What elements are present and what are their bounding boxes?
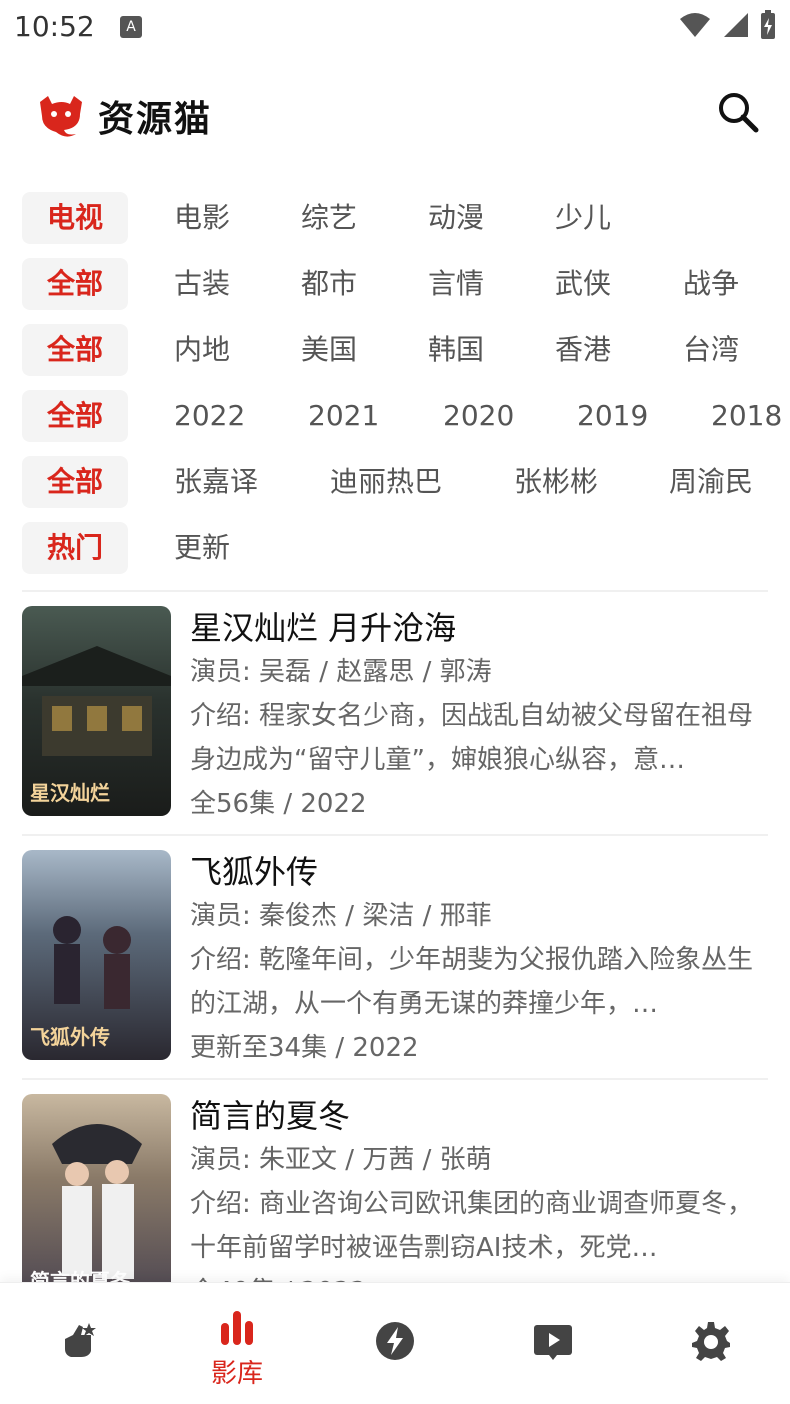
filter-row-genre: 全部 古装 都市 言情 武侠 战争 [0, 252, 790, 318]
filter-option[interactable]: 战争 [683, 258, 739, 310]
filter-option[interactable]: 张彬彬 [514, 456, 598, 508]
status-bar: 10:52 A [0, 0, 790, 56]
filter-option[interactable]: 张嘉译 [174, 456, 258, 508]
filter-option[interactable]: 都市 [301, 258, 357, 310]
bar-chart-icon [221, 1311, 253, 1345]
item-meta: 更新至34集 / 2022 [190, 1033, 419, 1063]
poster-title-text: 飞狐外传 [30, 1025, 110, 1049]
divider [22, 1078, 768, 1080]
divider [22, 590, 768, 592]
filter-option[interactable]: 2020 [443, 390, 514, 442]
filter-row-type: 电视 电影 综艺 动漫 少儿 [0, 186, 790, 252]
filter-option[interactable]: 2022 [174, 390, 245, 442]
filter-chip-active[interactable]: 全部 [22, 390, 128, 442]
filter-chip-active[interactable]: 电视 [22, 192, 128, 244]
list-item[interactable]: 飞狐外传 飞狐外传 演员: 秦俊杰 / 梁洁 / 邢菲 介绍: 乾隆年间，少年胡… [22, 850, 768, 1063]
filter-option[interactable]: 美国 [301, 324, 357, 376]
search-button[interactable] [716, 90, 760, 134]
wifi-icon [680, 13, 710, 37]
notification-badge: A [120, 16, 142, 38]
item-info: 飞狐外传 演员: 秦俊杰 / 梁洁 / 邢菲 介绍: 乾隆年间，少年胡斐为父报仇… [190, 850, 770, 1070]
filter-option[interactable]: 电影 [174, 192, 230, 244]
item-actors: 演员: 吴磊 / 赵露思 / 郭涛 [190, 657, 492, 687]
item-intro: 介绍: 程家女名少商，因战乱自幼被父母留在祖母身边成为“留守儿童”，婶娘狼心纵容… [190, 701, 754, 775]
item-meta: 全40集 / 2022 [190, 1270, 768, 1282]
list-item[interactable]: 星汉灿烂 星汉灿烂 月升沧海 演员: 吴磊 / 赵露思 / 郭涛 介绍: 程家女… [22, 606, 768, 819]
filter-option[interactable]: 动漫 [428, 192, 484, 244]
filter-option[interactable]: 综艺 [301, 192, 357, 244]
cat-logo-icon [40, 96, 82, 137]
poster-title-text: 简言的夏冬 [30, 1269, 130, 1282]
filter-option[interactable]: 韩国 [428, 324, 484, 376]
poster-image: 飞狐外传 [22, 850, 171, 1060]
filter-chip-active[interactable]: 全部 [22, 258, 128, 310]
signal-icon [724, 13, 748, 37]
status-time: 10:52 [14, 10, 95, 43]
poster-image: 星汉灿烂 [22, 606, 171, 816]
item-meta: 全56集 / 2022 [190, 789, 367, 819]
filter-option[interactable]: 迪丽热巴 [330, 456, 442, 508]
app-header: 资源猫 [0, 72, 790, 156]
divider [22, 834, 768, 836]
filter-panel: 电视 电影 综艺 动漫 少儿 全部 古装 都市 言情 武侠 战争 全部 内地 美… [0, 186, 790, 582]
filter-option[interactable]: 少儿 [555, 192, 611, 244]
bottom-nav: 影库 [0, 1282, 790, 1404]
filter-row-year: 全部 2022 2021 2020 2019 2018 [0, 384, 790, 450]
filter-option[interactable]: 台湾 [683, 324, 739, 376]
app-title: 资源猫 [98, 99, 213, 140]
filter-option[interactable]: 言情 [428, 258, 484, 310]
item-title: 简言的夏冬 [190, 1097, 351, 1135]
gear-icon [692, 1322, 730, 1361]
status-icons [678, 10, 776, 40]
nav-label-library: 影库 [210, 1359, 263, 1389]
filter-option[interactable]: 古装 [174, 258, 230, 310]
filter-chip-active[interactable]: 全部 [22, 324, 128, 376]
filter-row-actor: 全部 张嘉译 迪丽热巴 张彬彬 周渝民 [0, 450, 790, 516]
nav-item-hot[interactable] [316, 1283, 474, 1404]
nav-item-library[interactable]: 影库 [158, 1283, 316, 1404]
nav-item-recommend[interactable] [0, 1283, 158, 1404]
filter-option[interactable]: 2018 [711, 390, 782, 442]
item-info: 星汉灿烂 月升沧海 演员: 吴磊 / 赵露思 / 郭涛 介绍: 程家女名少商，因… [190, 606, 770, 826]
filter-row-region: 全部 内地 美国 韩国 香港 台湾 [0, 318, 790, 384]
filter-row-sort: 热门 更新 [0, 516, 790, 582]
item-intro: 介绍: 乾隆年间，少年胡斐为父报仇踏入险象丛生的江湖，从一个有勇无谋的莽撞少年，… [190, 945, 754, 1019]
item-intro: 介绍: 商业咨询公司欧讯集团的商业调查师夏冬，十年前留学时被诬告剽窃AI技术，死… [190, 1189, 754, 1263]
app-logo: 资源猫 [36, 90, 212, 142]
filter-option[interactable]: 2019 [577, 390, 648, 442]
filter-option[interactable]: 周渝民 [669, 456, 753, 508]
filter-option[interactable]: 内地 [174, 324, 230, 376]
filter-chip-active[interactable]: 全部 [22, 456, 128, 508]
poster-image: 简言的夏冬 [22, 1094, 171, 1282]
item-actors: 演员: 朱亚文 / 万茜 / 张萌 [190, 1145, 492, 1175]
poster-title-text: 星汉灿烂 [30, 781, 110, 805]
list-item[interactable]: 简言的夏冬 简言的夏冬 演员: 朱亚文 / 万茜 / 张萌 介绍: 商业咨询公司… [22, 1094, 768, 1282]
lightning-icon [376, 1322, 414, 1360]
nav-item-settings[interactable] [632, 1283, 790, 1404]
filter-option[interactable]: 香港 [555, 324, 611, 376]
filter-option[interactable]: 2021 [308, 390, 379, 442]
filter-option[interactable]: 更新 [174, 522, 230, 574]
poster-art [52, 1124, 142, 1279]
item-info: 简言的夏冬 演员: 朱亚文 / 万茜 / 张萌 介绍: 商业咨询公司欧讯集团的商… [190, 1094, 768, 1282]
filter-option[interactable]: 武侠 [555, 258, 611, 310]
search-icon [719, 93, 759, 133]
play-icon [534, 1325, 572, 1360]
item-title: 飞狐外传 [190, 853, 319, 891]
hand-star-icon [65, 1323, 96, 1357]
nav-item-video[interactable] [474, 1283, 632, 1404]
item-title: 星汉灿烂 月升沧海 [190, 609, 457, 647]
filter-chip-active[interactable]: 热门 [22, 522, 128, 574]
item-actors: 演员: 秦俊杰 / 梁洁 / 邢菲 [190, 901, 492, 931]
battery-icon [761, 10, 775, 39]
